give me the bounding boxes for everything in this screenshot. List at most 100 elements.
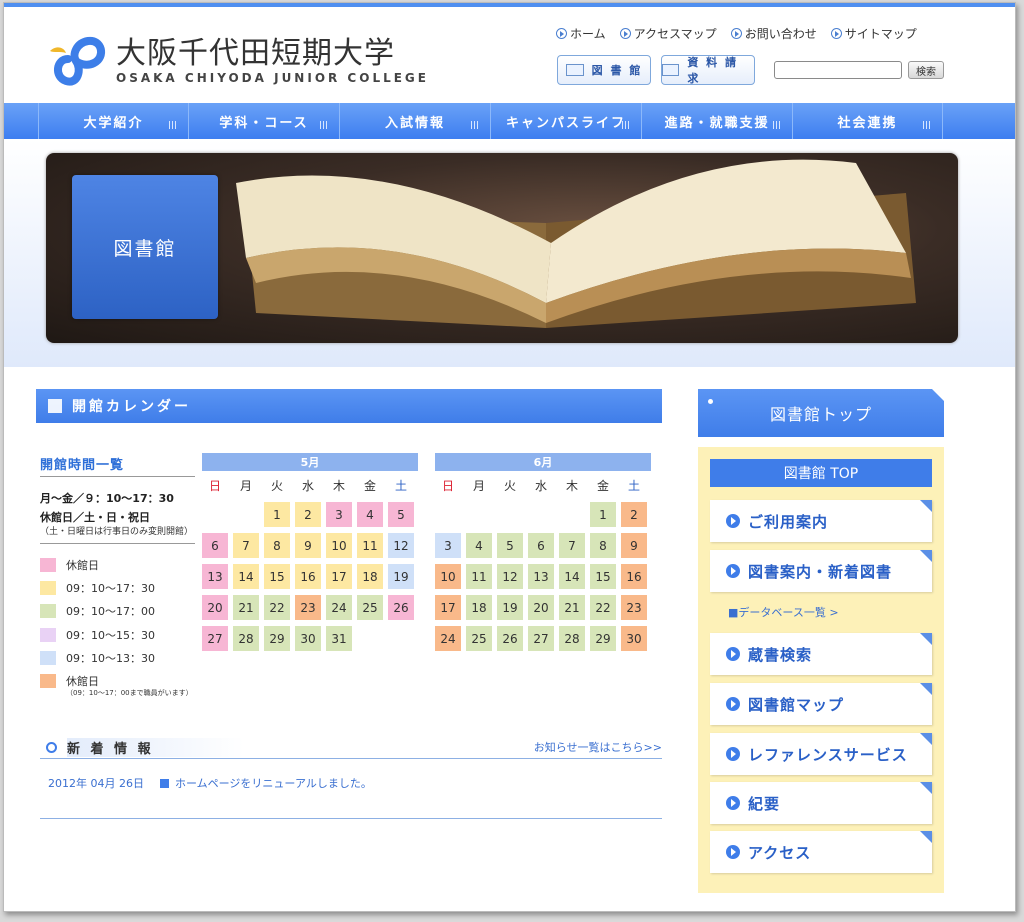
calendar-day: 7: [233, 533, 259, 558]
sidebar-item[interactable]: レファレンスサービス: [710, 733, 932, 775]
signal-icon: [320, 121, 329, 129]
sidebar-item[interactable]: 図書館マップ: [710, 683, 932, 725]
sidebar-item-label: 紀要: [748, 794, 781, 813]
sidebar-item-label: レファレンスサービス: [748, 745, 908, 764]
database-list-link[interactable]: ■データベース一覧 >: [728, 604, 839, 620]
calendar-day: 17: [435, 595, 461, 620]
legend-swatch: [40, 627, 56, 642]
news-title: 新 着 情 報: [67, 738, 244, 757]
legend-item: 09：10〜17：30: [40, 576, 193, 599]
search-button[interactable]: 検索: [908, 61, 944, 79]
calendar-empty-cell: [233, 502, 259, 527]
legend-label: 09：10〜13：30: [66, 651, 155, 665]
nav-departments[interactable]: 学科・コース: [188, 103, 339, 139]
hours-closed: 休館日／土・日・祝日: [40, 511, 150, 524]
util-link-sitemap[interactable]: サイトマップ: [830, 25, 917, 42]
hero-title: 図書館: [72, 175, 218, 319]
calendar-day: 4: [466, 533, 492, 558]
calendar-day: 23: [621, 595, 647, 620]
calendar-day: 23: [295, 595, 321, 620]
calendar-day: 25: [357, 595, 383, 620]
calendar-day: 24: [435, 626, 461, 651]
play-circle-icon: [619, 28, 631, 39]
sidebar-item[interactable]: アクセス: [710, 831, 932, 873]
sidebar-item[interactable]: ご利用案内: [710, 500, 932, 542]
global-nav: 大学紹介 学科・コース 入試情報 キャンパスライフ 進路・就職支援 社会連携: [4, 103, 1015, 139]
calendar-day: 19: [497, 595, 523, 620]
calendar-day: 2: [621, 502, 647, 527]
calendar-day: 14: [233, 564, 259, 589]
legend-label: 09：10〜17：00: [66, 605, 155, 619]
library-button[interactable]: 図 書 館: [557, 55, 651, 85]
calendar-day: 3: [326, 502, 352, 527]
signal-icon: [773, 121, 782, 129]
util-link-access-map[interactable]: アクセスマップ: [619, 25, 717, 42]
legend-swatch: [40, 557, 56, 572]
news-more-link[interactable]: お知らせ一覧はこちら>>: [534, 739, 662, 755]
calendar-day: 6: [528, 533, 554, 558]
sidebar-item[interactable]: 図書案内・新着図書: [710, 550, 932, 592]
nav-admissions[interactable]: 入試情報: [339, 103, 490, 139]
legend-item: 休館日: [40, 553, 193, 576]
calendar-day: 7: [559, 533, 585, 558]
logo-english: OSAKA CHIYODA JUNIOR COLLEGE: [116, 71, 429, 85]
calendar-day: 2: [295, 502, 321, 527]
play-circle-icon: [726, 747, 740, 761]
calendar-day: 26: [497, 626, 523, 651]
sidebar-item-label: アクセス: [748, 843, 812, 862]
nav-campus-life[interactable]: キャンパスライフ: [490, 103, 641, 139]
legend-label: 休館日: [66, 675, 99, 689]
calendar-day: 16: [295, 564, 321, 589]
calendar-day: 17: [326, 564, 352, 589]
play-circle-icon: [726, 514, 740, 528]
sidebar-item-label: 図書案内・新着図書: [748, 562, 893, 581]
sidebar-library-top-button[interactable]: 図書館トップ: [698, 389, 944, 437]
open-book-image: [236, 159, 916, 328]
sidebar-item[interactable]: 紀要: [710, 782, 932, 824]
play-circle-icon: [726, 697, 740, 711]
hours-title: 開館時間一覧: [40, 458, 125, 473]
calendar-day: 29: [590, 626, 616, 651]
news-text: ホームページをリニューアルしました。: [174, 777, 372, 790]
calendar-day: 1: [590, 502, 616, 527]
calendar-day: 8: [264, 533, 290, 558]
calendar-day: 9: [295, 533, 321, 558]
sidebar-subheading[interactable]: 図書館 TOP: [710, 459, 932, 487]
search-input[interactable]: [774, 61, 902, 79]
util-link-contact[interactable]: お問い合わせ: [730, 25, 817, 42]
calendar-day: 27: [528, 626, 554, 651]
nav-career[interactable]: 進路・就職支援: [641, 103, 792, 139]
square-icon: [48, 399, 62, 413]
request-materials-button[interactable]: 資 料 請 求: [661, 55, 755, 85]
calendar-day: 10: [435, 564, 461, 589]
nav-about[interactable]: 大学紹介: [38, 103, 188, 139]
calendar-day: 24: [326, 595, 352, 620]
arrow-box-icon: [159, 778, 169, 788]
legend-item: 09：10〜15：30: [40, 623, 193, 646]
nav-community[interactable]: 社会連携: [792, 103, 943, 139]
play-circle-icon: [726, 796, 740, 810]
calendar-day: 6: [202, 533, 228, 558]
legend-swatch: [40, 674, 56, 689]
weekday-label: 土: [627, 479, 640, 493]
signal-icon: [471, 121, 480, 129]
calendar-day: 18: [466, 595, 492, 620]
util-link-home[interactable]: ホーム: [556, 25, 606, 42]
calendar-day: 18: [357, 564, 383, 589]
legend-label: 09：10〜17：30: [66, 581, 155, 595]
calendar-day: 26: [388, 595, 414, 620]
weekday-label: 金: [363, 479, 376, 493]
news-header: 新 着 情 報 お知らせ一覧はこちら>>: [40, 737, 662, 759]
browser-page: 大阪千代田短期大学 OSAKA CHIYODA JUNIOR COLLEGE ホ…: [3, 2, 1016, 912]
site-logo[interactable]: 大阪千代田短期大学 OSAKA CHIYODA JUNIOR COLLEGE: [46, 29, 429, 93]
signal-icon: [923, 121, 932, 129]
calendar-day: 8: [590, 533, 616, 558]
news-item[interactable]: 2012年 04月 26日 ホームページをリニューアルしました。: [48, 775, 372, 791]
weekday-label: 水: [301, 479, 314, 493]
sidebar-item-label: 蔵書検索: [748, 645, 813, 664]
calendar-day: 11: [466, 564, 492, 589]
legend-swatch: [40, 604, 56, 619]
calendar-day: 21: [233, 595, 259, 620]
calendar-day: 20: [202, 595, 228, 620]
sidebar-item[interactable]: 蔵書検索: [710, 633, 932, 675]
